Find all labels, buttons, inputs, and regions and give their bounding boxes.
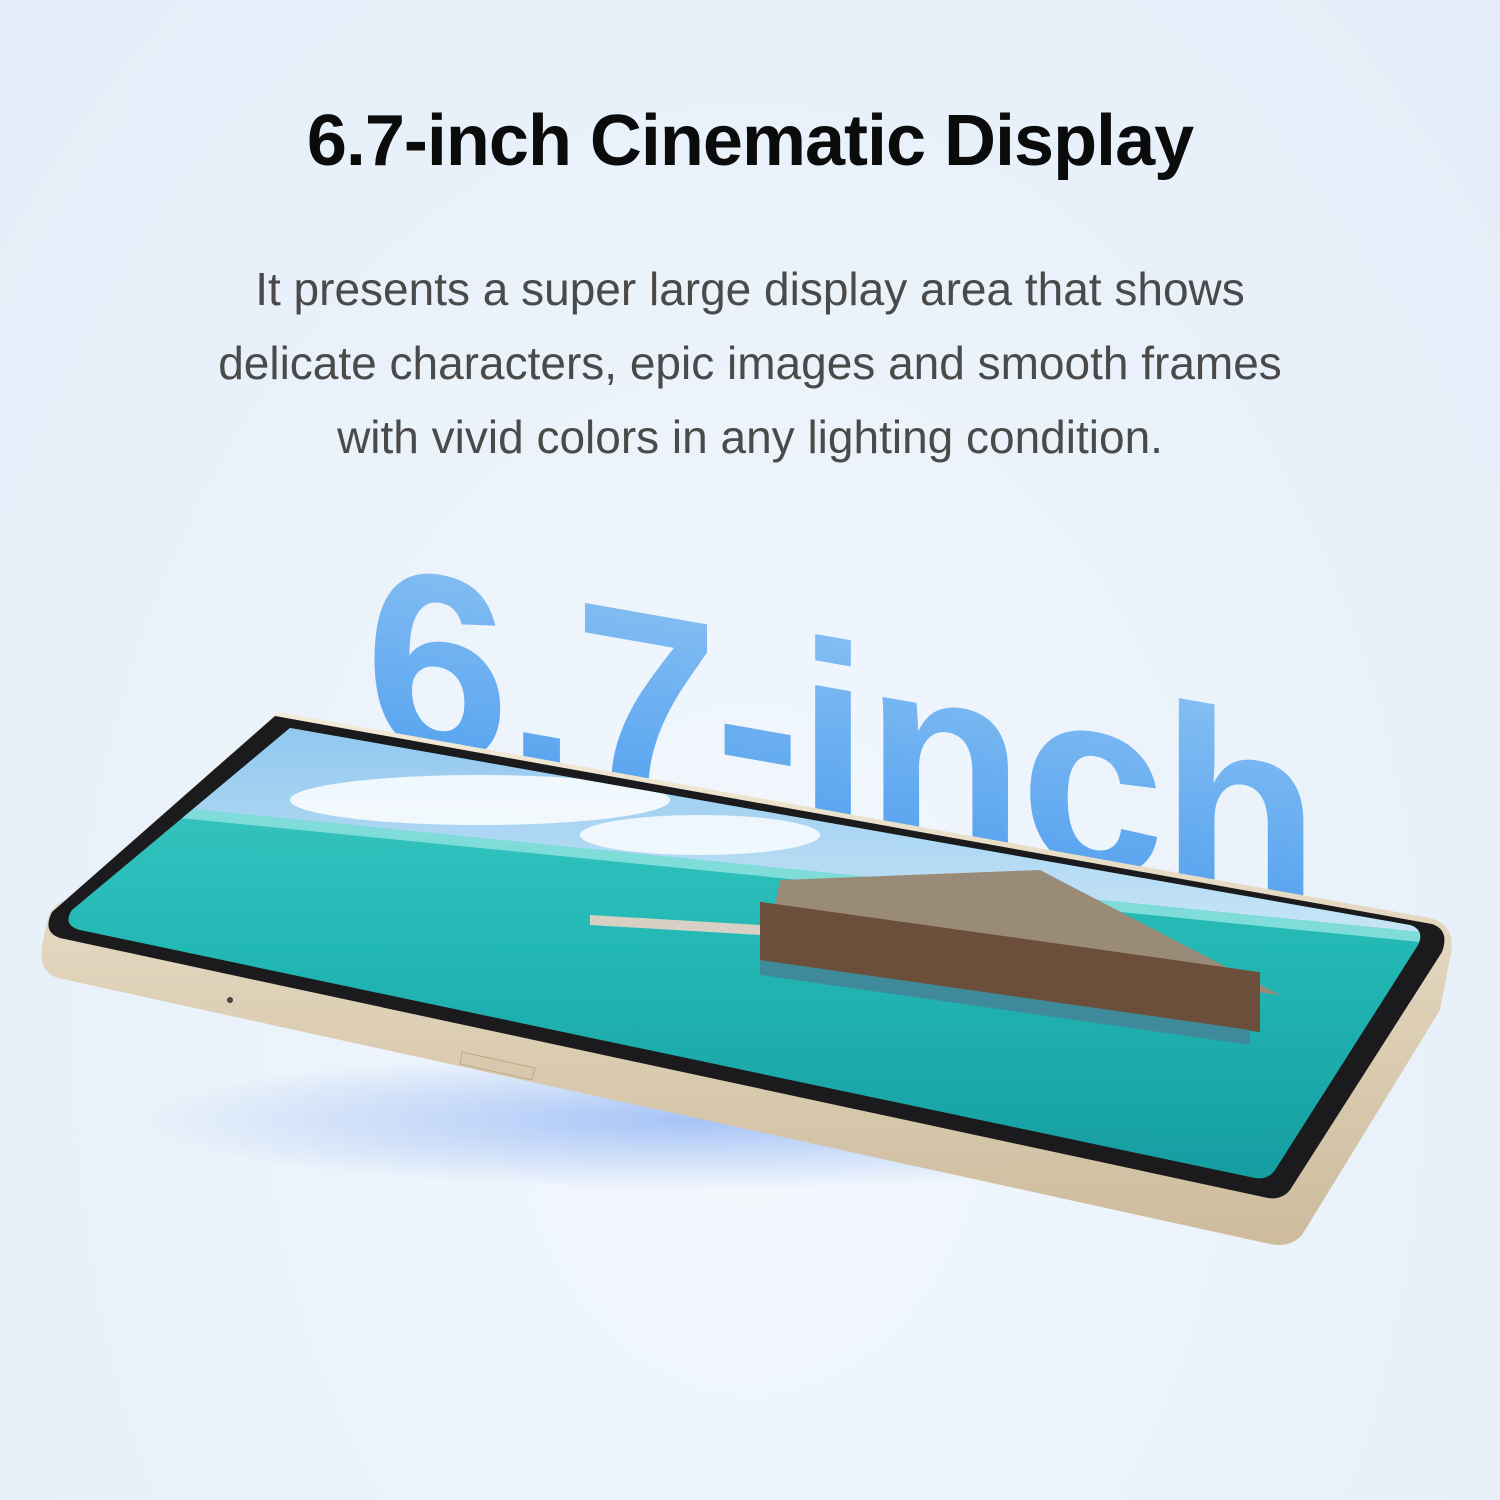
microphone-hole <box>227 997 233 1003</box>
phone-image <box>41 712 1452 1245</box>
